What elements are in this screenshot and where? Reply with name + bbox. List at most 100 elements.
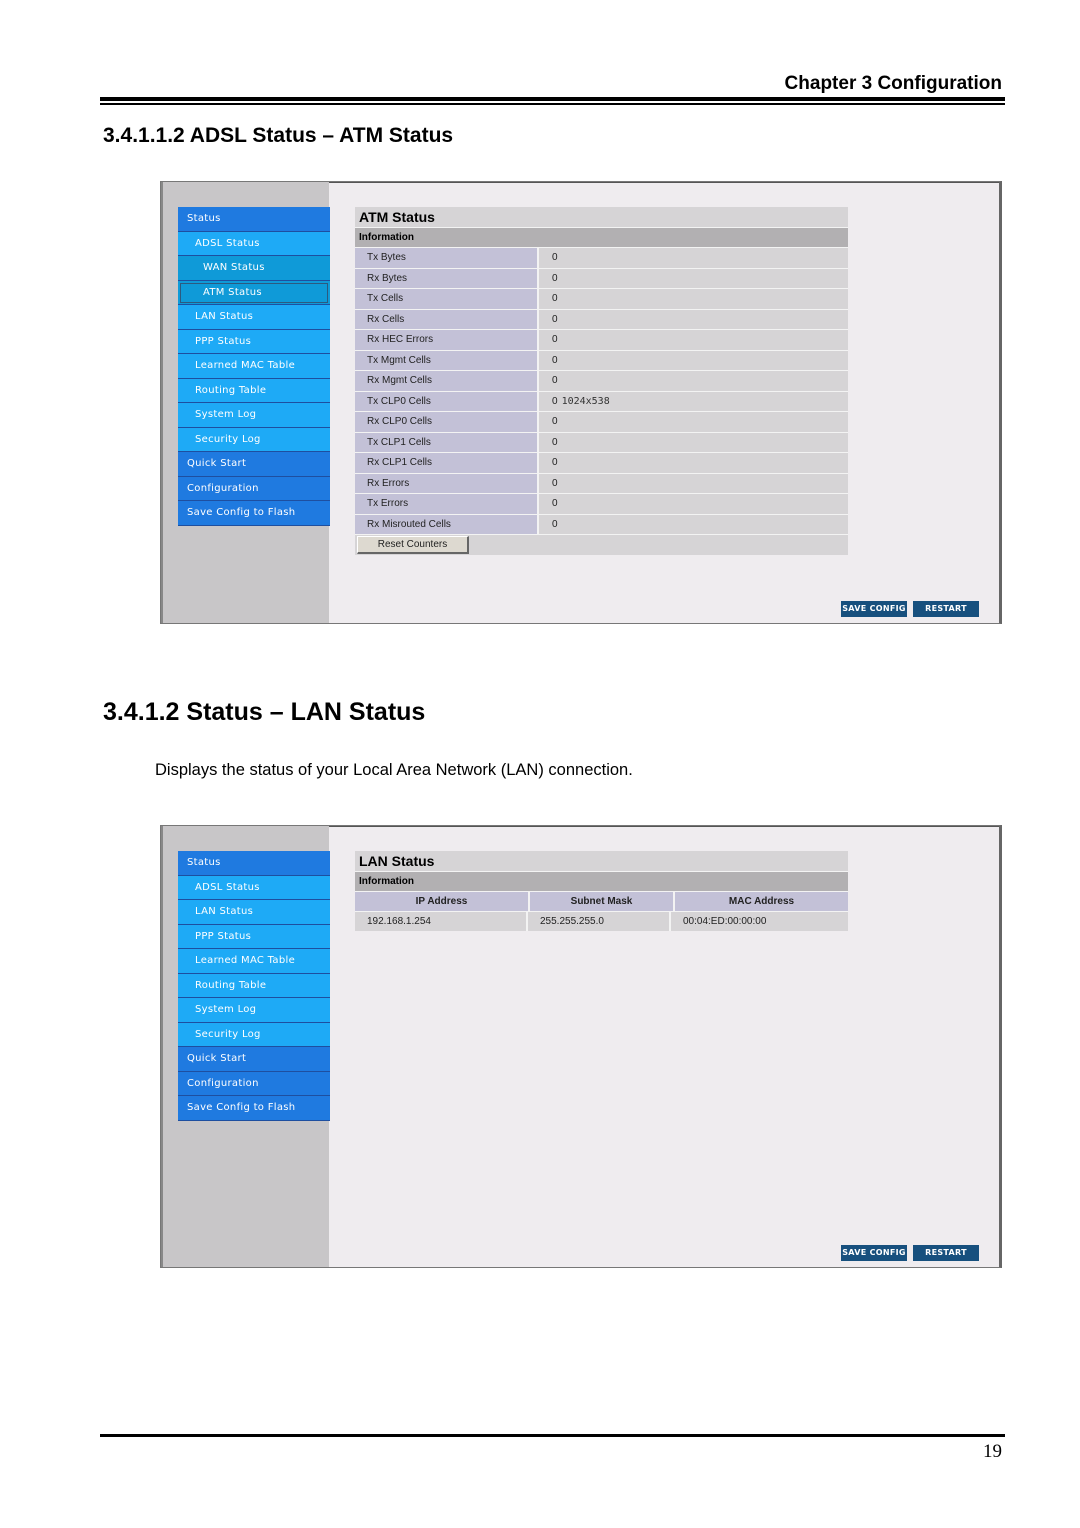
- stat-value-cell: 0: [539, 330, 848, 350]
- sidebar-item-save-config-to-flash[interactable]: Save Config to Flash: [178, 1096, 330, 1121]
- atm-section-heading: 3.4.1.1.2 ADSL Status – ATM Status: [103, 124, 454, 147]
- sidebar-item-lan-status[interactable]: LAN Status: [178, 900, 330, 925]
- sidebar-item-security-log[interactable]: Security Log: [178, 427, 330, 452]
- table-row: Rx CLP1 Cells 0: [355, 453, 848, 474]
- subnet-mask-value: 255.255.255.0: [528, 912, 671, 931]
- stat-value: 0: [552, 477, 558, 489]
- column-mac-address: MAC Address: [675, 892, 848, 911]
- stat-value: 0: [552, 293, 558, 304]
- stat-value: 0: [552, 457, 558, 468]
- stat-label: Rx Cells: [355, 309, 539, 329]
- sidebar-item-routing-table[interactable]: Routing Table: [178, 378, 330, 403]
- sidebar-item-quick-start[interactable]: Quick Start: [178, 452, 330, 477]
- table-row: Rx HEC Errors 0: [355, 330, 848, 351]
- lan-status-panel: LAN Status Information IP Address Subnet…: [355, 851, 848, 931]
- restart-button[interactable]: RESTART: [913, 1245, 979, 1261]
- header-rule: [100, 97, 1005, 101]
- table-row: Rx Misrouted Cells 0: [355, 514, 848, 535]
- stat-value-cell: 0: [539, 514, 848, 534]
- table-row: Tx CLP0 Cells 0 1024x538: [355, 391, 848, 412]
- sidebar-item-configuration[interactable]: Configuration: [178, 1071, 330, 1096]
- stat-value-cell: 0: [539, 350, 848, 370]
- stat-label: Tx CLP0 Cells: [355, 391, 539, 411]
- stat-value-cell: 0 1024x538: [539, 391, 848, 411]
- table-row: Rx Mgmt Cells 0: [355, 371, 848, 392]
- reset-counters-button[interactable]: Reset Counters: [357, 536, 469, 554]
- stat-value: 0: [552, 252, 558, 263]
- stat-value-cell: 0: [539, 453, 848, 473]
- lan-table-header: IP Address Subnet Mask MAC Address: [355, 892, 848, 912]
- sidebar-item-wan-status[interactable]: WAN Status: [178, 256, 330, 281]
- atm-status-panel: ATM Status Information Tx Bytes 0 Rx Bytes…: [355, 207, 848, 555]
- footer-rule: [100, 1434, 1005, 1437]
- table-row: Tx Mgmt Cells 0: [355, 350, 848, 371]
- stat-label: Tx Errors: [355, 494, 539, 514]
- sidebar-item-security-log[interactable]: Security Log: [178, 1022, 330, 1047]
- mac-address-value: 00:04:ED:00:00:00: [671, 912, 848, 931]
- restart-button[interactable]: RESTART: [913, 601, 979, 617]
- sidebar-item-ppp-status[interactable]: PPP Status: [178, 924, 330, 949]
- panel-title: LAN Status: [355, 851, 848, 872]
- sidebar-item-ppp-status[interactable]: PPP Status: [178, 329, 330, 354]
- information-label: Information: [355, 228, 848, 248]
- stat-value-cell: 0: [539, 412, 848, 432]
- sidebar-item-learned-mac-table[interactable]: Learned MAC Table: [178, 354, 330, 379]
- stat-value: 0: [552, 518, 558, 530]
- stat-value: 0: [552, 436, 558, 448]
- stat-value: 0: [552, 334, 558, 345]
- stat-label: Rx CLP1 Cells: [355, 453, 539, 473]
- stat-label: Rx Bytes: [355, 268, 539, 288]
- page-number: 19: [983, 1441, 1002, 1462]
- stat-value: 0: [552, 498, 558, 509]
- table-row: Rx Cells 0: [355, 309, 848, 330]
- stat-value: 0: [552, 354, 558, 366]
- stat-label: Rx CLP0 Cells: [355, 412, 539, 432]
- stat-value: 0: [552, 416, 558, 427]
- sidebar-item-system-log[interactable]: System Log: [178, 998, 330, 1023]
- table-row: 192.168.1.254 255.255.255.0 00:04:ED:00:…: [355, 912, 848, 931]
- chapter-header: Chapter 3 Configuration: [784, 73, 1002, 94]
- sidebar-item-configuration[interactable]: Configuration: [178, 476, 330, 501]
- resolution-overlay-text: 1024x538: [561, 395, 610, 407]
- table-row: Tx Errors 0: [355, 494, 848, 515]
- panel-title: ATM Status: [355, 207, 848, 228]
- sidebar-item-adsl-status[interactable]: ADSL Status: [178, 231, 330, 256]
- stat-value: 0: [552, 375, 558, 386]
- stat-value-cell: 0: [539, 473, 848, 493]
- atm-stats-table: Tx Bytes 0 Rx Bytes 0 Tx Cells 0 Rx Cells 0 Rx H…: [355, 248, 848, 535]
- sidebar-item-system-log[interactable]: System Log: [178, 403, 330, 428]
- table-row: Tx CLP1 Cells 0: [355, 432, 848, 453]
- save-config-button[interactable]: SAVE CONFIG: [841, 1245, 907, 1261]
- manual-page: Chapter 3 Configuration 3.4.1.1.2 ADSL S…: [0, 0, 1080, 1528]
- stat-label: Rx Errors: [355, 473, 539, 493]
- save-config-button[interactable]: SAVE CONFIG: [841, 601, 907, 617]
- sidebar-item-routing-table[interactable]: Routing Table: [178, 973, 330, 998]
- stat-label: Tx Mgmt Cells: [355, 350, 539, 370]
- sidebar: Status ADSL Status WAN Status ATM Status LAN…: [161, 182, 330, 623]
- ip-address-value: 192.168.1.254: [355, 912, 528, 931]
- stat-label: Rx Mgmt Cells: [355, 371, 539, 391]
- sidebar-item-adsl-status[interactable]: ADSL Status: [178, 875, 330, 900]
- lan-section-heading: 3.4.1.2 Status – LAN Status: [103, 698, 426, 726]
- sidebar-item-status[interactable]: Status: [178, 207, 330, 232]
- sidebar: Status ADSL Status LAN Status PPP Status Lea…: [161, 826, 330, 1267]
- sidebar-item-save-config-to-flash[interactable]: Save Config to Flash: [178, 501, 330, 526]
- sidebar-item-quick-start[interactable]: Quick Start: [178, 1047, 330, 1072]
- table-row: Rx CLP0 Cells 0: [355, 412, 848, 433]
- stat-value-cell: 0: [539, 432, 848, 452]
- stat-value-cell: 0: [539, 309, 848, 329]
- table-row: Rx Bytes 0: [355, 268, 848, 289]
- sidebar-item-atm-status[interactable]: ATM Status: [178, 280, 330, 305]
- sidebar-nav: Status ADSL Status WAN Status ATM Status LAN…: [178, 207, 330, 526]
- stat-label: Tx CLP1 Cells: [355, 432, 539, 452]
- sidebar-item-lan-status[interactable]: LAN Status: [178, 305, 330, 330]
- stat-label: Tx Cells: [355, 289, 539, 309]
- stat-value: 0: [552, 272, 558, 284]
- table-row: Rx Errors 0: [355, 473, 848, 494]
- stat-label: Tx Bytes: [355, 248, 539, 268]
- stat-value-cell: 0: [539, 289, 848, 309]
- column-subnet-mask: Subnet Mask: [530, 892, 675, 911]
- sidebar-item-status[interactable]: Status: [178, 851, 330, 876]
- sidebar-item-learned-mac-table[interactable]: Learned MAC Table: [178, 949, 330, 974]
- stat-label: Rx HEC Errors: [355, 330, 539, 350]
